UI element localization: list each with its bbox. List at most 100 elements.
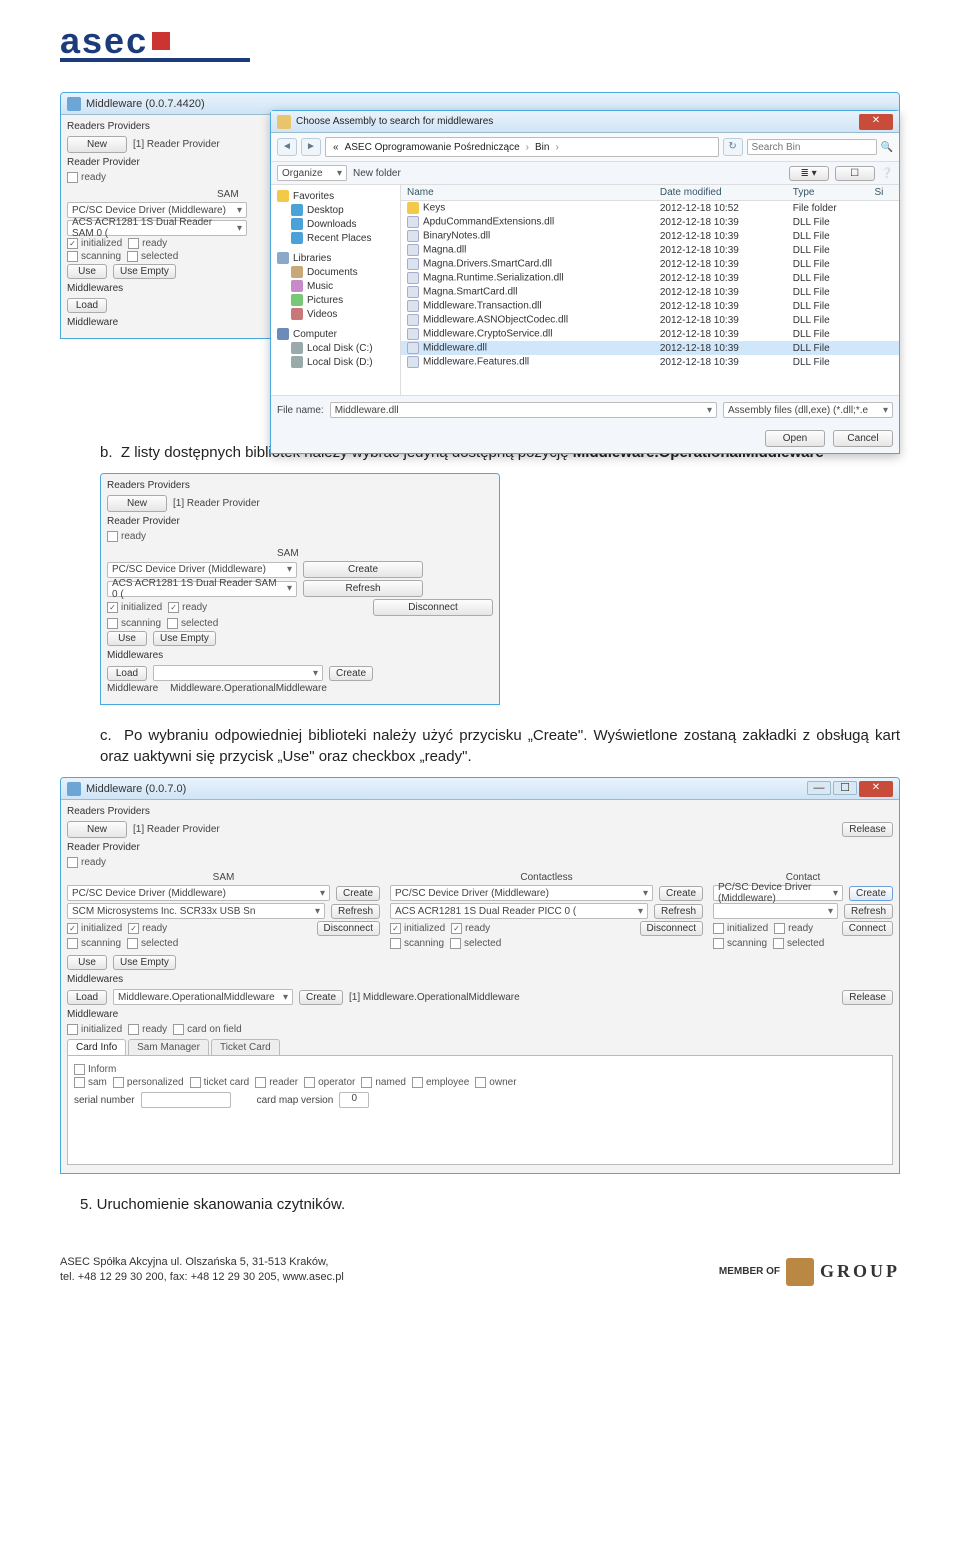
selected-checkbox[interactable]: selected (773, 938, 824, 949)
tree-ddrive[interactable]: Local Disk (D:) (275, 355, 396, 369)
connect-button-ct[interactable]: Connect (842, 921, 893, 936)
new-folder-button[interactable]: New folder (353, 168, 401, 179)
new-button[interactable]: New (67, 821, 127, 838)
folder-tree[interactable]: Favorites Desktop Downloads Recent Place… (271, 185, 401, 395)
scanning-checkbox[interactable]: scanning (713, 938, 767, 949)
disconnect-button-cl[interactable]: Disconnect (640, 921, 703, 936)
use-empty-button[interactable]: Use Empty (113, 955, 176, 970)
tree-computer[interactable]: Computer (275, 327, 396, 341)
scanning-checkbox[interactable]: scanning (67, 251, 121, 262)
use-button[interactable]: Use (67, 955, 107, 970)
filter-dropdown[interactable]: Assembly files (dll,exe) (*.dll;*.e (723, 402, 893, 418)
scanning-checkbox[interactable]: scanning (67, 938, 121, 949)
file-row[interactable]: Magna.dll2012-12-18 10:39DLL File (401, 243, 899, 257)
tree-favorites[interactable]: Favorites (275, 189, 396, 203)
tree-desktop[interactable]: Desktop (275, 203, 396, 217)
file-row[interactable]: Keys2012-12-18 10:52File folder (401, 201, 899, 216)
reader-dropdown-ct[interactable] (713, 903, 838, 919)
use-button[interactable]: Use (67, 264, 107, 279)
create-button-sam[interactable]: Create (336, 886, 380, 901)
tab-card-info[interactable]: Card Info (67, 1039, 126, 1055)
tab-sam-manager[interactable]: Sam Manager (128, 1039, 209, 1055)
ready-checkbox[interactable]: ready (128, 1024, 167, 1035)
load-button[interactable]: Load (107, 666, 147, 681)
maximize-button[interactable]: ☐ (833, 781, 857, 795)
sam-checkbox[interactable]: sam (74, 1077, 107, 1088)
filename-input[interactable]: Middleware.dll (330, 402, 717, 418)
load-button[interactable]: Load (67, 298, 107, 313)
middleware-dropdown[interactable]: Middleware.OperationalMiddleware (113, 989, 293, 1005)
new-button[interactable]: New (107, 495, 167, 512)
col-date[interactable]: Date modified (654, 185, 787, 201)
close-button[interactable]: ✕ (859, 114, 893, 130)
reader-dropdown[interactable]: ACS ACR1281 1S Dual Reader SAM 0 ( (67, 220, 247, 236)
close-button[interactable]: ✕ (859, 781, 893, 797)
initialized-checkbox[interactable]: initialized (67, 1024, 122, 1035)
refresh-button[interactable]: Refresh (303, 580, 423, 597)
col-name[interactable]: Name (401, 185, 654, 201)
tree-downloads[interactable]: Downloads (275, 217, 396, 231)
serial-number-input[interactable] (141, 1092, 231, 1108)
use-button[interactable]: Use (107, 631, 147, 646)
use-empty-button[interactable]: Use Empty (153, 631, 216, 646)
file-row[interactable]: Magna.Runtime.Serialization.dll2012-12-1… (401, 271, 899, 285)
selected-checkbox[interactable]: selected (450, 938, 501, 949)
file-row[interactable]: Magna.SmartCard.dll2012-12-18 10:39DLL F… (401, 285, 899, 299)
scanning-checkbox[interactable]: scanning (390, 938, 444, 949)
refresh-button-sam[interactable]: Refresh (331, 904, 380, 919)
reader-dropdown-cl[interactable]: ACS ACR1281 1S Dual Reader PICC 0 ( (390, 903, 648, 919)
preview-button[interactable]: ☐ (835, 166, 875, 181)
personalized-checkbox[interactable]: personalized (113, 1077, 184, 1088)
inform-checkbox[interactable]: Inform (74, 1064, 116, 1075)
load-button[interactable]: Load (67, 990, 107, 1005)
tree-videos[interactable]: Videos (275, 307, 396, 321)
tree-recent[interactable]: Recent Places (275, 231, 396, 245)
col-size[interactable]: Si (868, 185, 899, 201)
card-on-field-checkbox[interactable]: card on field (173, 1024, 241, 1035)
create-button-ct[interactable]: Create (849, 886, 893, 901)
reader-dropdown[interactable]: ACS ACR1281 1S Dual Reader SAM 0 ( (107, 581, 297, 597)
help-icon[interactable]: ❔ (881, 168, 893, 179)
new-button[interactable]: New (67, 136, 127, 153)
search-input[interactable] (747, 139, 877, 155)
file-row[interactable]: Middleware.Features.dll2012-12-18 10:39D… (401, 355, 899, 369)
driver-dropdown-sam[interactable]: PC/SC Device Driver (Middleware) (67, 885, 330, 901)
file-row[interactable]: Middleware.ASNObjectCodec.dll2012-12-18 … (401, 313, 899, 327)
driver-dropdown[interactable]: PC/SC Device Driver (Middleware) (67, 202, 247, 218)
file-row[interactable]: BinaryNotes.dll2012-12-18 10:39DLL File (401, 229, 899, 243)
selected-checkbox[interactable]: selected (167, 618, 218, 629)
tree-pictures[interactable]: Pictures (275, 293, 396, 307)
employee-checkbox[interactable]: employee (412, 1077, 469, 1088)
driver-dropdown[interactable]: PC/SC Device Driver (Middleware) (107, 562, 297, 578)
release-button-2[interactable]: Release (842, 990, 893, 1005)
ticket-card-checkbox[interactable]: ticket card (190, 1077, 250, 1088)
tree-documents[interactable]: Documents (275, 265, 396, 279)
create-button-mw[interactable]: Create (299, 990, 343, 1005)
release-button[interactable]: Release (842, 822, 893, 837)
ready-checkbox[interactable]: ready (107, 531, 146, 542)
named-checkbox[interactable]: named (361, 1077, 406, 1088)
create-button[interactable]: Create (303, 561, 423, 578)
refresh-button[interactable]: ↻ (723, 138, 743, 156)
tree-libraries[interactable]: Libraries (275, 251, 396, 265)
minimize-button[interactable]: — (807, 781, 831, 795)
tree-music[interactable]: Music (275, 279, 396, 293)
create-button-2[interactable]: Create (329, 666, 373, 681)
create-button-cl[interactable]: Create (659, 886, 703, 901)
disconnect-button[interactable]: Disconnect (373, 599, 493, 616)
driver-dropdown-ct[interactable]: PC/SC Device Driver (Middleware) (713, 885, 843, 901)
disconnect-button-sam[interactable]: Disconnect (317, 921, 380, 936)
owner-checkbox[interactable]: owner (475, 1077, 516, 1088)
driver-dropdown-cl[interactable]: PC/SC Device Driver (Middleware) (390, 885, 653, 901)
reader-dropdown-sam[interactable]: SCM Microsystems Inc. SCR33x USB Sn (67, 903, 325, 919)
organize-dropdown[interactable]: Organize (277, 165, 347, 181)
ready-checkbox[interactable]: ready (67, 172, 106, 183)
use-empty-button[interactable]: Use Empty (113, 264, 176, 279)
refresh-button-cl[interactable]: Refresh (654, 904, 703, 919)
refresh-button-ct[interactable]: Refresh (844, 904, 893, 919)
tree-cdrive[interactable]: Local Disk (C:) (275, 341, 396, 355)
tab-ticket-card[interactable]: Ticket Card (211, 1039, 280, 1055)
middleware-dropdown[interactable] (153, 665, 323, 681)
card-map-version-input[interactable]: 0 (339, 1092, 369, 1108)
scanning-checkbox[interactable]: scanning (107, 618, 161, 629)
